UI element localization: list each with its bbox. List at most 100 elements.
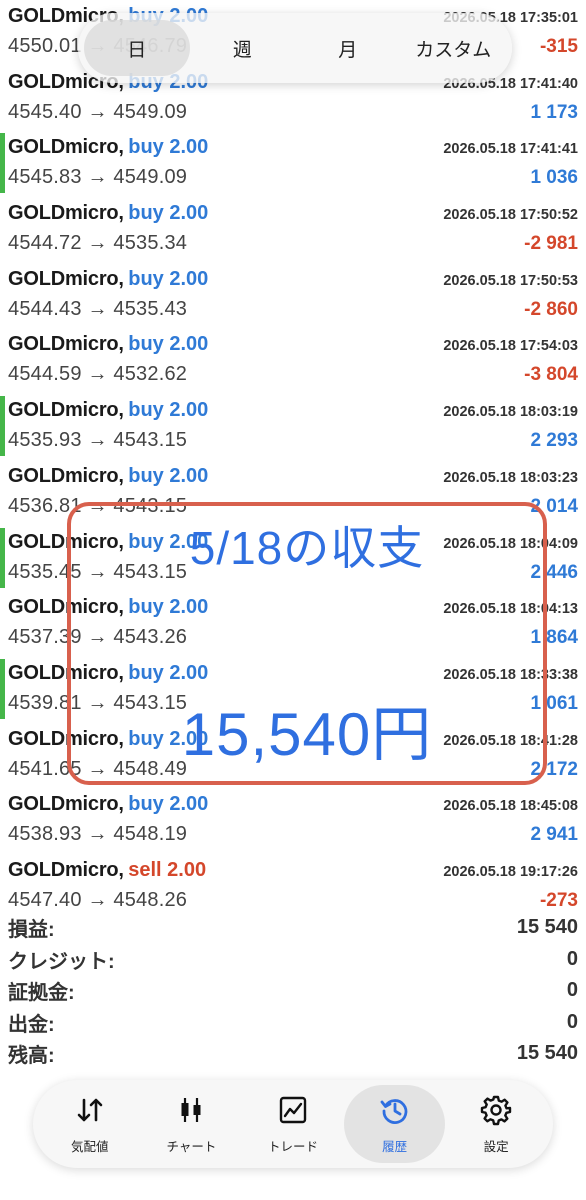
trade-prices: 4535.93 → 4543.15 — [8, 429, 188, 452]
trade-time: 2026.05.18 18:03:19 — [443, 404, 578, 421]
trade-prices: 4544.72 → 4535.34 — [8, 232, 188, 255]
trade-row[interactable]: GOLDmicro, buy 2.00 2026.05.18 17:41:41 … — [0, 131, 586, 197]
annotation-amount: 15,540円 — [181, 701, 433, 768]
trade-title: GOLDmicro, buy 2.00 — [8, 465, 208, 488]
trade-profit: 1 173 — [530, 101, 578, 123]
history-clock-icon — [379, 1094, 411, 1131]
nav-item[interactable]: チャート — [141, 1085, 243, 1163]
trade-profit: -3 804 — [524, 364, 578, 386]
trade-prices: 4545.40 → 4549.09 — [8, 100, 188, 123]
trade-profit: 2 293 — [530, 430, 578, 452]
trade-row[interactable]: GOLDmicro, buy 2.00 2026.05.18 18:45:08 … — [0, 788, 586, 854]
trade-prices: 4545.83 → 4549.09 — [8, 166, 188, 189]
summary-value: 0 — [566, 947, 578, 970]
trade-time: 2026.05.18 17:50:53 — [443, 272, 578, 289]
trade-profit: -273 — [539, 889, 578, 911]
summary-label: 出金: — [8, 1013, 55, 1036]
trade-profit: -2 860 — [524, 298, 578, 320]
trade-symbol: GOLDmicro, — [8, 202, 124, 225]
trade-title: GOLDmicro, buy 2.00 — [8, 202, 208, 225]
trade-line-chart-icon — [277, 1094, 309, 1131]
trade-profit: -2 981 — [524, 233, 578, 255]
open-marker — [0, 658, 5, 719]
trade-row[interactable]: GOLDmicro, buy 2.00 2026.05.18 17:50:52 … — [0, 197, 586, 263]
trade-row[interactable]: GOLDmicro, buy 2.00 2026.05.18 17:54:03 … — [0, 328, 586, 394]
nav-label: トレード — [267, 1139, 318, 1154]
trade-time: 2026.05.18 19:17:26 — [443, 863, 578, 880]
trade-title: GOLDmicro, buy 2.00 — [8, 793, 208, 816]
trade-symbol: GOLDmicro, — [8, 333, 124, 356]
summary-value: 0 — [566, 979, 578, 1002]
summary-row: クレジット: 0 — [0, 944, 586, 976]
period-tab[interactable]: 月 — [295, 20, 401, 76]
trade-title: GOLDmicro, buy 2.00 — [8, 136, 208, 159]
trade-title: GOLDmicro, buy 2.00 — [8, 268, 208, 291]
open-marker — [0, 133, 5, 194]
summary-row: 出金: 0 — [0, 1007, 586, 1039]
summary-value: 15 540 — [516, 1042, 578, 1065]
candlestick-chart-icon — [175, 1094, 207, 1131]
quotes-arrows-icon — [74, 1094, 106, 1131]
summary-value: 0 — [566, 1010, 578, 1033]
trade-profit: 1 036 — [530, 167, 578, 189]
trade-prices: 4547.40 → 4548.26 — [8, 888, 188, 911]
summary-label: 証拠金: — [8, 982, 75, 1005]
trade-time: 2026.05.18 17:50:52 — [443, 207, 578, 224]
trade-time: 2026.05.18 17:41:41 — [443, 141, 578, 158]
trade-row[interactable]: GOLDmicro, buy 2.00 2026.05.18 18:03:19 … — [0, 394, 586, 460]
trade-profit: 2 941 — [530, 824, 578, 846]
nav-label: 気配値 — [71, 1139, 109, 1154]
period-tab[interactable]: カスタム — [401, 20, 507, 76]
open-marker — [0, 527, 5, 588]
trade-profit: -315 — [539, 36, 578, 57]
trade-row[interactable]: GOLDmicro, buy 2.00 2026.05.18 17:50:53 … — [0, 263, 586, 329]
nav-item[interactable]: 履歴 — [343, 1085, 446, 1163]
summary-label: 残高: — [8, 1045, 55, 1068]
trade-title: GOLDmicro, sell 2.00 — [8, 859, 206, 882]
trade-side: buy 2.00 — [128, 136, 209, 159]
trade-symbol: GOLDmicro, — [8, 793, 124, 816]
summary-value: 15 540 — [516, 916, 578, 939]
trade-prices: 4544.43 → 4535.43 — [8, 297, 188, 320]
nav-item[interactable]: 設定 — [445, 1085, 547, 1163]
summary-label: 損益: — [8, 919, 55, 942]
trade-time: 2026.05.18 18:03:23 — [443, 469, 578, 486]
nav-label: チャート — [166, 1139, 217, 1154]
summary-row: 証拠金: 0 — [0, 975, 586, 1007]
period-tab[interactable]: 日 — [84, 20, 190, 76]
trade-symbol: GOLDmicro, — [8, 399, 124, 422]
account-summary: 損益: 15 540 クレジット: 0 証拠金: 0 出金: 0 残高: 15 … — [0, 912, 586, 1070]
trade-prices: 4544.59 → 4532.62 — [8, 363, 188, 386]
bottom-navigation: 気配値 チャート トレード 履歴 設定 — [33, 1080, 553, 1168]
daily-profit-annotation: 5/18の収支 15,540円 — [67, 502, 547, 785]
trade-symbol: GOLDmicro, — [8, 136, 124, 159]
trade-prices: 4538.93 → 4548.19 — [8, 823, 188, 846]
trade-side: buy 2.00 — [128, 202, 209, 225]
summary-row: 損益: 15 540 — [0, 912, 586, 944]
trade-side: buy 2.00 — [128, 399, 209, 422]
trade-side: buy 2.00 — [128, 267, 209, 290]
trade-title: GOLDmicro, buy 2.00 — [8, 399, 208, 422]
trade-symbol: GOLDmicro, — [8, 858, 124, 881]
trade-side: buy 2.00 — [128, 793, 209, 816]
annotation-title: 5/18の収支 — [189, 522, 425, 574]
summary-label: クレジット: — [8, 950, 115, 973]
nav-item[interactable]: 気配値 — [39, 1085, 141, 1163]
trade-symbol: GOLDmicro, — [8, 464, 124, 487]
trade-symbol: GOLDmicro, — [8, 267, 124, 290]
trade-side: buy 2.00 — [128, 333, 209, 356]
summary-row: 残高: 15 540 — [0, 1038, 586, 1070]
nav-item[interactable]: トレード — [242, 1085, 344, 1163]
trade-side: sell 2.00 — [128, 858, 207, 881]
period-filter: 日週月カスタム — [78, 13, 512, 83]
trade-time: 2026.05.18 18:45:08 — [443, 798, 578, 815]
trade-row[interactable]: GOLDmicro, sell 2.00 2026.05.18 19:17:26… — [0, 854, 586, 920]
trade-title: GOLDmicro, buy 2.00 — [8, 333, 208, 356]
open-marker — [0, 396, 5, 457]
trade-time: 2026.05.18 17:54:03 — [443, 338, 578, 355]
period-tab[interactable]: 週 — [190, 20, 296, 76]
nav-label: 設定 — [483, 1139, 509, 1154]
trade-side: buy 2.00 — [128, 464, 209, 487]
gear-icon — [480, 1094, 512, 1131]
nav-label: 履歴 — [382, 1139, 408, 1154]
